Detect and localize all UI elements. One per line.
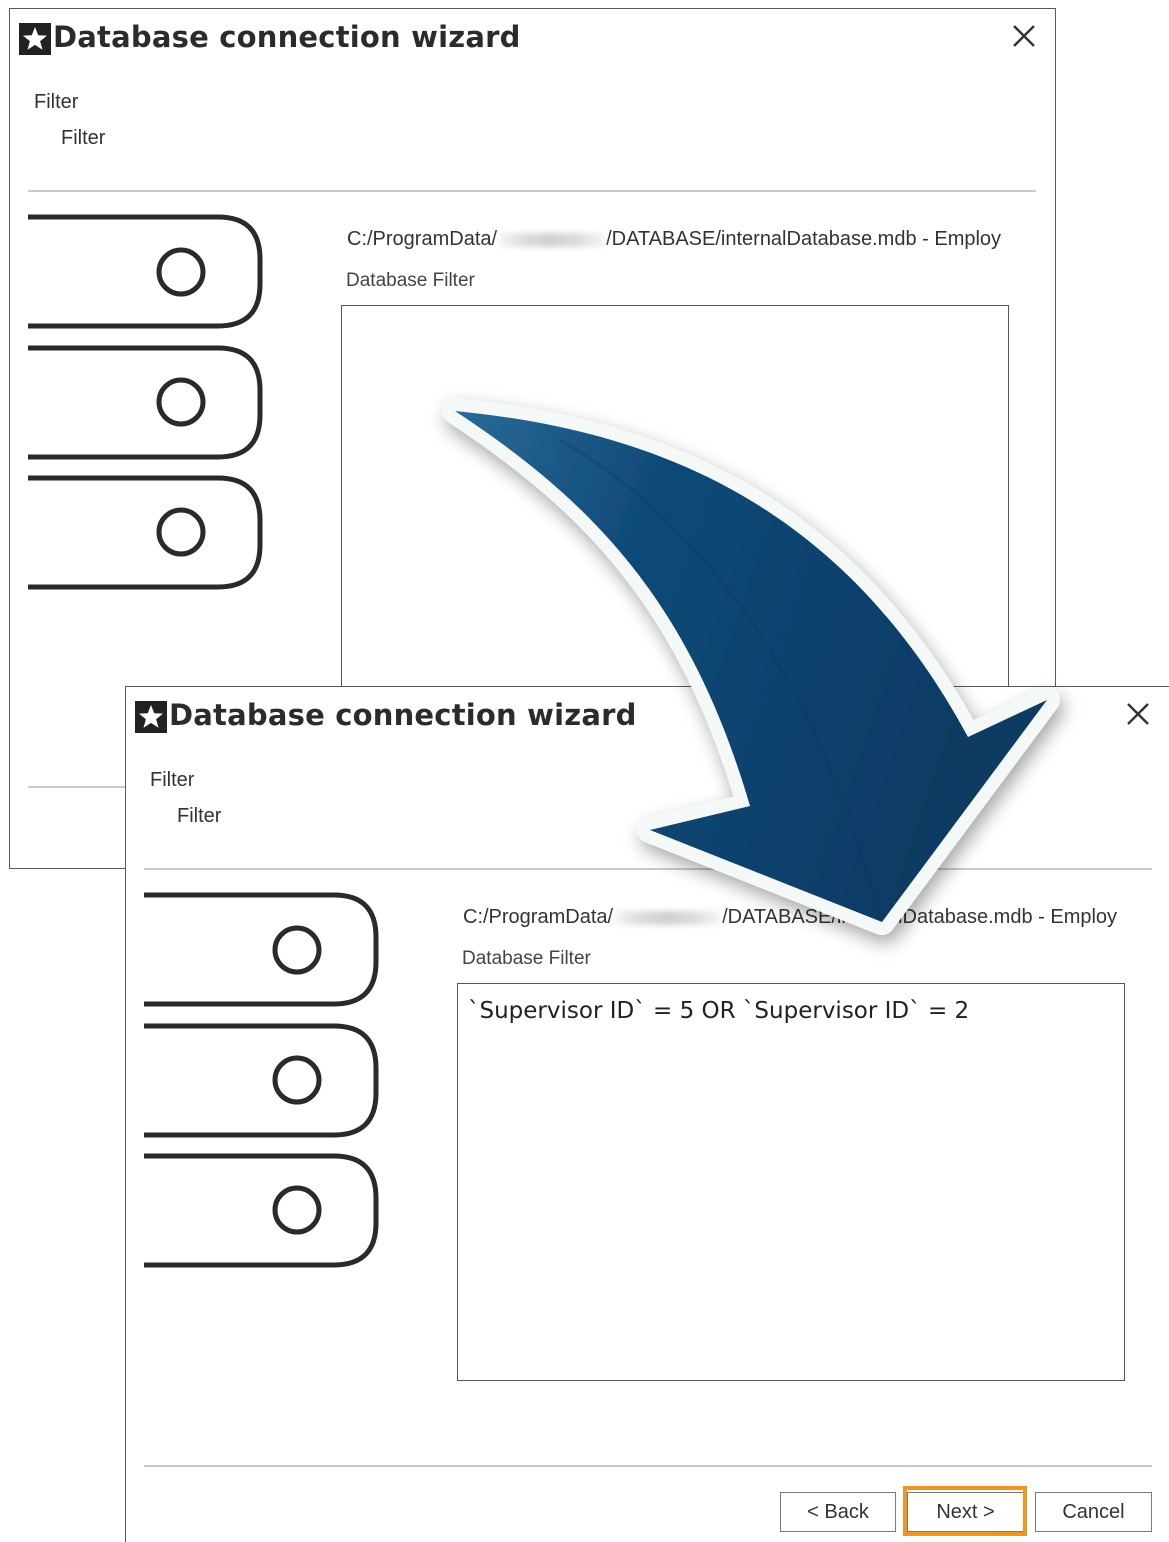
close-icon[interactable] — [1007, 19, 1041, 53]
close-icon[interactable] — [1121, 697, 1155, 731]
wizard-window-after: Database connection wizard Filter Filter… — [125, 686, 1169, 1542]
database-path: C:/ProgramData//DATABASE/internalDatabas… — [463, 906, 1118, 928]
breadcrumb-step: Filter — [34, 91, 79, 113]
divider — [144, 868, 1152, 870]
window-title: Database connection wizard — [53, 20, 521, 54]
star-icon — [19, 23, 51, 55]
database-path: C:/ProgramData//DATABASE/internalDatabas… — [347, 228, 1002, 250]
divider — [144, 1465, 1152, 1467]
filter-label: Database Filter — [462, 948, 591, 969]
filter-textarea[interactable]: `Supervisor ID` = 5 OR `Supervisor ID` =… — [457, 983, 1125, 1381]
filter-textarea[interactable] — [341, 305, 1009, 725]
breadcrumb-substep: Filter — [177, 805, 222, 827]
window-title: Database connection wizard — [169, 698, 637, 732]
breadcrumb-substep: Filter — [61, 127, 106, 149]
divider — [28, 190, 1036, 192]
redacted-segment — [499, 232, 605, 247]
star-icon — [135, 701, 167, 733]
filter-label: Database Filter — [346, 270, 475, 291]
back-button[interactable]: < Back — [780, 1492, 896, 1532]
breadcrumb-step: Filter — [150, 769, 195, 791]
cancel-button[interactable]: Cancel — [1035, 1492, 1152, 1532]
next-button[interactable]: Next > — [907, 1492, 1024, 1532]
database-stack-icon — [144, 890, 394, 1274]
redacted-segment — [615, 910, 721, 925]
database-stack-icon — [28, 212, 278, 596]
